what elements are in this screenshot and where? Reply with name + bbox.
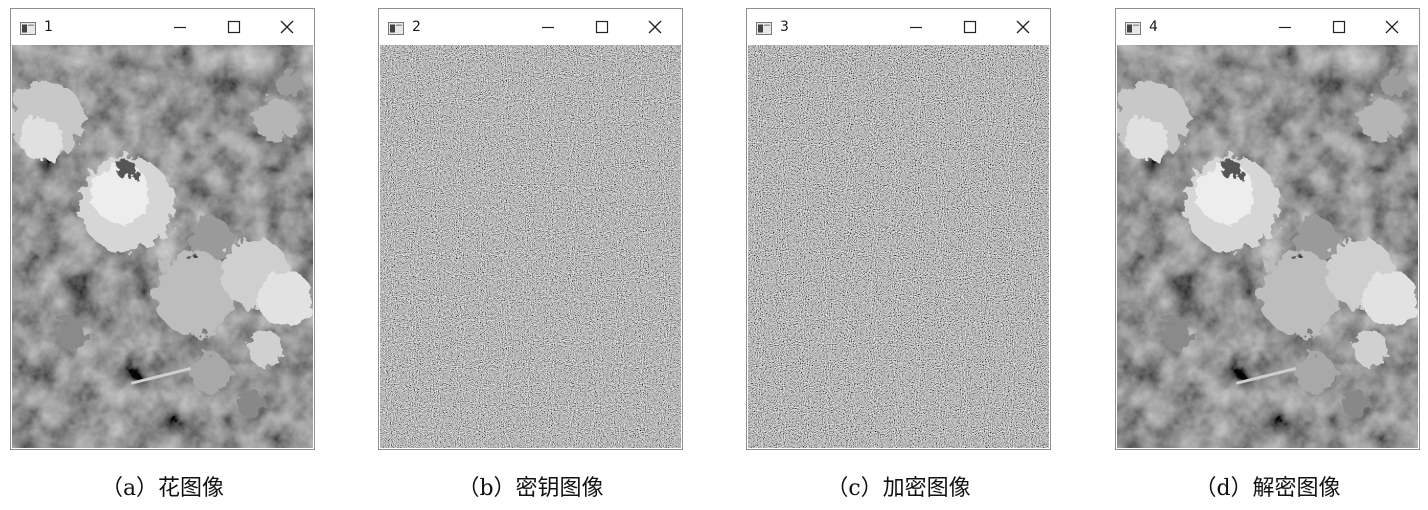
minimize-icon[interactable] (535, 15, 561, 39)
close-icon[interactable] (642, 15, 668, 39)
image-window-3[interactable]: 3 (746, 8, 1051, 450)
minimize-icon[interactable] (1272, 15, 1298, 39)
window-title: 4 (1149, 19, 1158, 35)
image-window-icon (388, 20, 404, 35)
window-title: 1 (44, 19, 53, 35)
window-titlebar[interactable]: 1 (11, 9, 314, 45)
window-title: 2 (412, 19, 421, 35)
image-canvas (12, 45, 313, 448)
window-title: 3 (780, 19, 789, 35)
image-window-1[interactable]: 1 (10, 8, 315, 450)
noise-image (748, 45, 1049, 448)
caption-c: （c）加密图像 (826, 476, 971, 501)
image-window-2[interactable]: 2 (378, 8, 683, 450)
close-icon[interactable] (274, 15, 300, 39)
maximize-icon[interactable] (589, 15, 615, 39)
maximize-icon[interactable] (221, 15, 247, 39)
flower-photo (1117, 45, 1418, 448)
window-titlebar[interactable]: 3 (747, 9, 1050, 45)
image-window-icon (20, 20, 36, 35)
image-canvas (380, 45, 681, 448)
caption-d: （d）解密图像 (1194, 476, 1341, 501)
close-icon[interactable] (1010, 15, 1036, 39)
caption-a: （a）花图像 (100, 476, 225, 501)
window-titlebar[interactable]: 2 (379, 9, 682, 45)
minimize-icon[interactable] (167, 15, 193, 39)
image-canvas (1117, 45, 1418, 448)
minimize-icon[interactable] (903, 15, 929, 39)
image-window-4[interactable]: 4 (1115, 8, 1420, 450)
image-canvas (748, 45, 1049, 448)
image-window-icon (1125, 20, 1141, 35)
maximize-icon[interactable] (1326, 15, 1352, 39)
flower-photo (12, 45, 313, 448)
maximize-icon[interactable] (957, 15, 983, 39)
image-window-icon (756, 20, 772, 35)
close-icon[interactable] (1379, 15, 1405, 39)
window-titlebar[interactable]: 4 (1116, 9, 1419, 45)
caption-b: （b）密钥图像 (457, 476, 604, 501)
noise-image (380, 45, 681, 448)
